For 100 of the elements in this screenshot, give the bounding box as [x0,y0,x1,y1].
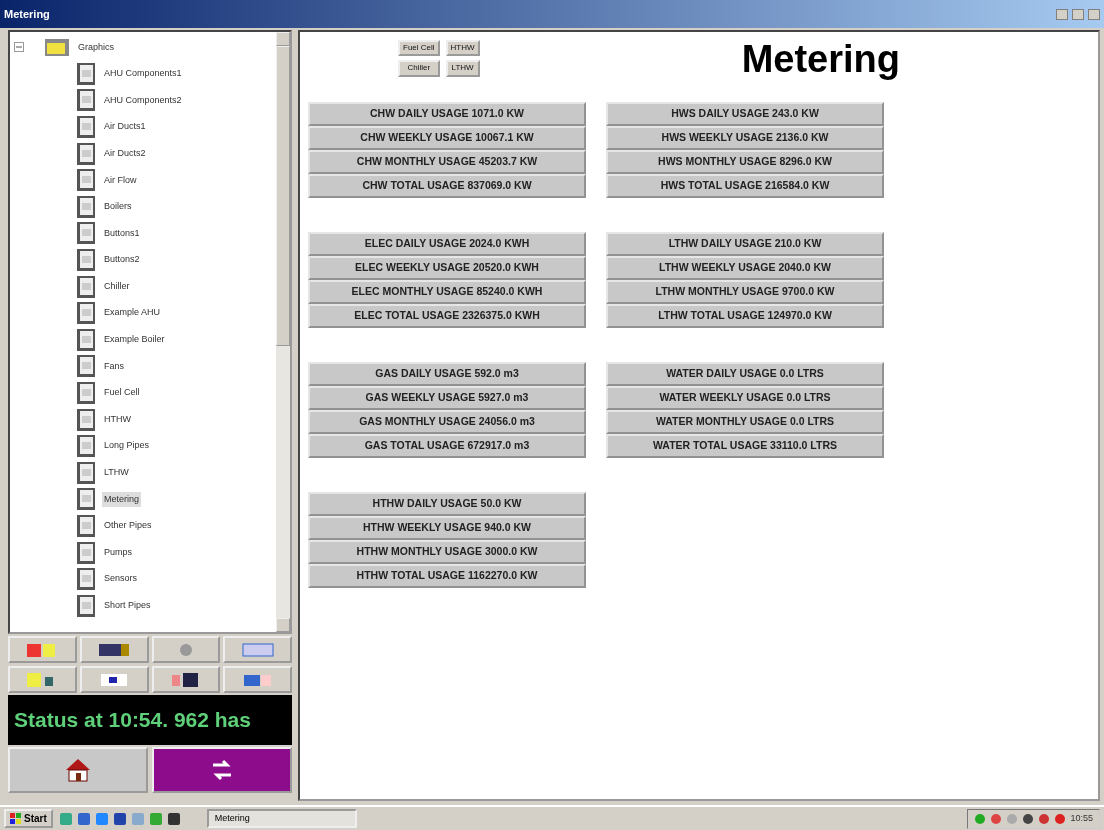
page-icon [76,301,96,326]
tree-item[interactable]: Graphics [76,39,116,56]
reading-button[interactable]: GAS MONTHLY USAGE 24056.0 m3 [308,410,586,434]
folder-button[interactable] [8,666,77,693]
reading-button[interactable]: LTHW DAILY USAGE 210.0 KW [606,232,884,256]
reading-button[interactable]: WATER WEEKLY USAGE 0.0 LTRS [606,386,884,410]
tree-item[interactable]: Short Pipes [102,598,153,614]
page-icon [76,61,96,86]
reading-button[interactable]: WATER TOTAL USAGE 33110.0 LTRS [606,434,884,458]
reading-button[interactable]: LTHW WEEKLY USAGE 2040.0 KW [606,256,884,280]
calendar-button[interactable] [151,666,221,693]
scroll-down-button[interactable] [276,618,290,632]
status-message: Status at 10:54. 962 has [14,707,251,734]
reading-button[interactable]: ELEC MONTHLY USAGE 85240.0 KWH [308,280,586,304]
start-button[interactable]: Start [4,809,53,828]
page-icon [76,354,96,379]
tree-item[interactable]: Chiller [102,278,132,295]
reading-button[interactable]: HWS MONTHLY USAGE 8296.0 KW [606,150,884,174]
reading-button[interactable]: CHW WEEKLY USAGE 10067.1 KW [308,126,586,150]
tree-item[interactable]: Example Boiler [102,332,167,348]
reading-button[interactable]: GAS TOTAL USAGE 672917.0 m3 [308,434,586,458]
page-icon [76,567,96,592]
reading-button[interactable]: WATER DAILY USAGE 0.0 LTRS [606,362,884,386]
tree-item[interactable]: Air Ducts2 [102,145,148,162]
tray-icon[interactable] [1038,812,1051,825]
scroll-up-button[interactable] [276,32,290,46]
reading-button[interactable]: LTHW MONTHLY USAGE 9700.0 KW [606,280,884,304]
home-icon [64,757,92,783]
quick-launch-icon[interactable] [112,811,127,826]
link-button[interactable]: Chiller [398,60,440,77]
tree-item[interactable]: Fuel Cell [102,385,142,401]
clock: 10:55 [1070,811,1093,825]
quick-launch-icon[interactable] [166,811,181,826]
collapse-toggle-icon[interactable] [14,42,24,53]
reading-button[interactable]: LTHW TOTAL USAGE 124970.0 KW [606,304,884,328]
tree-item[interactable]: LTHW [102,465,131,481]
window-button[interactable] [79,666,149,693]
reading-button[interactable]: ELEC TOTAL USAGE 2326375.0 KWH [308,304,586,328]
reading-button[interactable]: ELEC DAILY USAGE 2024.0 KWH [308,232,586,256]
page-icon [76,221,96,246]
reading-button[interactable]: ELEC WEEKLY USAGE 20520.0 KWH [308,256,586,280]
tree-item[interactable]: Air Flow [102,172,139,188]
tray-icon[interactable] [990,812,1003,825]
image-button[interactable] [79,636,149,663]
maximize-icon[interactable] [1072,8,1084,20]
reading-button[interactable]: HTHW DAILY USAGE 50.0 KW [308,492,586,516]
home-button[interactable] [8,747,148,793]
page-icon [76,540,96,565]
swap-button[interactable] [152,747,292,793]
reading-button[interactable]: CHW TOTAL USAGE 837069.0 KW [308,174,586,198]
page-icon [76,194,96,219]
link-button[interactable]: Fuel Cell [398,40,440,57]
page-icon [76,514,96,538]
tree-item[interactable]: Sensors [102,571,140,587]
page-icon [76,407,96,432]
reading-button[interactable]: HWS TOTAL USAGE 216584.0 KW [606,174,884,198]
tree-item[interactable]: Fans [102,358,126,375]
tree-item[interactable]: Example AHU [102,305,163,321]
page-title: Metering [741,40,900,78]
reading-button[interactable]: GAS DAILY USAGE 592.0 m3 [308,362,586,386]
page-icon [76,115,96,140]
reading-button[interactable]: HTHW TOTAL USAGE 1162270.0 KW [308,564,586,588]
tree-item[interactable]: Other Pipes [102,518,154,534]
chart-button[interactable] [8,636,77,663]
tree-item[interactable]: Buttons1 [102,225,142,242]
tray-icon[interactable] [1022,812,1035,825]
reading-button[interactable]: CHW MONTHLY USAGE 45203.7 KW [308,150,586,174]
reading-button[interactable]: CHW DAILY USAGE 1071.0 KW [308,102,586,126]
tree-item[interactable]: AHU Components2 [102,92,184,109]
quick-launch-icon[interactable] [76,811,91,826]
reading-button[interactable]: HTHW MONTHLY USAGE 3000.0 KW [308,540,586,564]
page-icon [76,593,96,618]
reading-button[interactable]: HWS WEEKLY USAGE 2136.0 KW [606,126,884,150]
windows-logo-icon [10,812,22,825]
tree-item[interactable]: Buttons2 [102,252,142,268]
reading-button[interactable]: HTHW WEEKLY USAGE 940.0 KW [308,516,586,540]
reading-button[interactable]: GAS WEEKLY USAGE 5927.0 m3 [308,386,586,410]
tree-item[interactable]: HTHW [102,411,133,428]
scrollbar-thumb[interactable] [276,46,290,346]
tree-item[interactable]: AHU Components1 [102,66,184,82]
tree-item[interactable]: Metering [102,491,141,508]
page-icon [76,487,96,512]
start-label: Start [24,812,47,826]
tray-icon[interactable] [1054,812,1067,825]
monitor-button[interactable] [223,666,292,693]
link-button[interactable]: HTHW [445,40,480,57]
minimize-icon[interactable] [1056,8,1068,20]
tree-item[interactable]: Pumps [102,544,134,561]
tree-item[interactable]: Air Ducts1 [102,119,148,135]
page-icon [76,88,96,113]
close-icon[interactable] [1088,8,1100,20]
tree-item[interactable]: Boilers [102,199,134,215]
taskbar-button[interactable]: Metering [206,808,357,829]
page-icon [76,381,96,405]
reading-button[interactable]: HWS DAILY USAGE 243.0 KW [606,102,884,126]
tree-item[interactable]: Long Pipes [102,438,152,454]
link-button[interactable]: LTHW [445,60,480,77]
page-icon [76,434,96,459]
page-icon [76,327,96,352]
reading-button[interactable]: WATER MONTHLY USAGE 0.0 LTRS [606,410,884,434]
